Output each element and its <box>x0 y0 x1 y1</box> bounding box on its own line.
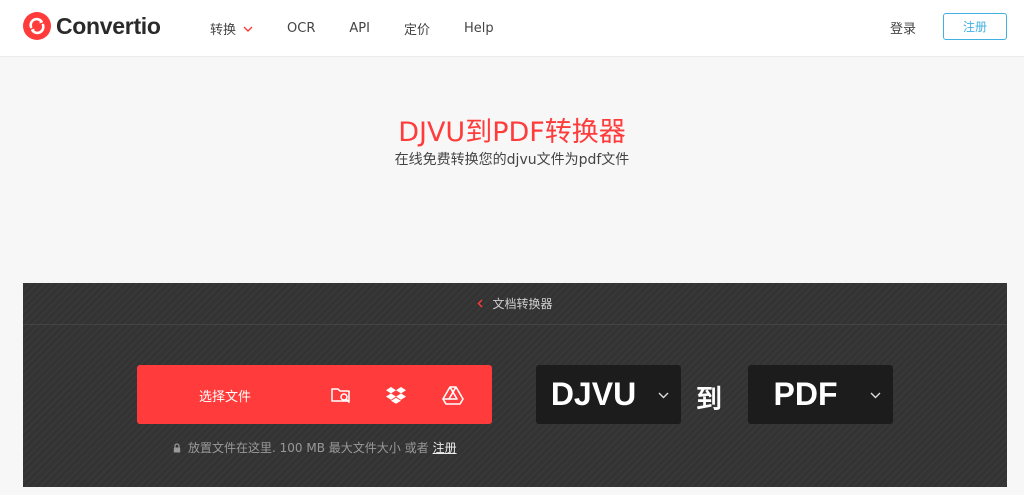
page-title: DJVU到PDF转换器 <box>398 117 626 148</box>
drop-note-text: 放置文件在这里. 100 MB 最大文件大小 或者 <box>188 441 429 455</box>
nav-ocr[interactable]: OCR <box>287 21 315 36</box>
nav-help[interactable]: Help <box>464 21 494 36</box>
choose-files-label: 选择文件 <box>199 390 252 405</box>
logo[interactable]: Convertio <box>23 12 161 40</box>
to-word: 到 <box>696 385 723 415</box>
logo-text: Convertio <box>56 12 161 39</box>
chevron-down-icon <box>658 392 669 399</box>
chevron-down-icon <box>243 26 253 32</box>
chevron-left-icon <box>477 299 483 308</box>
converter-panel: 文档转换器 选择文件 放置文件在这里. 100 MB 最大文件大小 或者 注册 <box>23 283 1007 487</box>
drop-note: 放置文件在这里. 100 MB 最大文件大小 或者 注册 <box>173 439 457 456</box>
nav-convert[interactable]: 转换 <box>210 19 253 38</box>
login-link[interactable]: 登录 <box>890 18 916 37</box>
main-nav: 转换 OCR API 定价 Help <box>210 0 494 57</box>
convertio-logo-icon <box>23 12 51 40</box>
source-format-label: DJVU <box>550 376 637 412</box>
nav-pricing[interactable]: 定价 <box>404 19 430 38</box>
breadcrumb[interactable]: 文档转换器 <box>23 283 1007 325</box>
source-format-select[interactable]: DJVU <box>536 365 681 424</box>
google-drive-icon[interactable] <box>442 384 464 406</box>
dropbox-icon[interactable] <box>385 384 407 406</box>
folder-search-icon[interactable] <box>330 384 352 406</box>
nav-convert-label: 转换 <box>210 23 237 38</box>
signup-button[interactable]: 注册 <box>943 13 1007 40</box>
target-format-select[interactable]: PDF <box>748 365 893 424</box>
lock-icon <box>173 442 181 452</box>
chevron-down-icon <box>870 392 881 399</box>
top-header: Convertio 转换 OCR API 定价 Help 登录 注册 <box>0 0 1024 57</box>
breadcrumb-label: 文档转换器 <box>492 297 553 311</box>
choose-files-button[interactable]: 选择文件 <box>137 365 492 424</box>
drop-note-signup-link[interactable]: 注册 <box>433 439 457 456</box>
nav-api[interactable]: API <box>349 21 370 36</box>
page-subtitle: 在线免费转换您的djvu文件为pdf文件 <box>394 152 630 168</box>
target-format-label: PDF <box>773 376 838 412</box>
